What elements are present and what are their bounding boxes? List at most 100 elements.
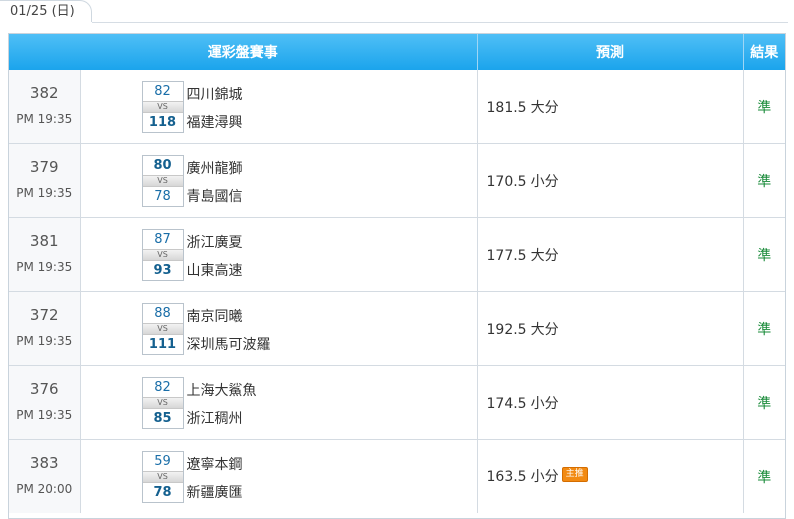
prediction-pick: 小分: [530, 173, 559, 190]
home-team[interactable]: 遼寧本鋼: [187, 454, 243, 474]
away-score: 111: [148, 337, 177, 352]
game-info-cell: 376 PM 19:35: [9, 365, 81, 440]
game-info-cell: 379 PM 19:35: [9, 143, 81, 218]
home-score: 59: [154, 454, 171, 469]
prediction-value: 170.5: [486, 173, 527, 190]
result-cell: 準: [743, 217, 785, 292]
away-team[interactable]: 深圳馬可波羅: [187, 334, 271, 354]
vs-label: VS: [142, 249, 183, 261]
game-time: PM 19:35: [16, 259, 73, 274]
game-info-cell: 381 PM 19:35: [9, 217, 81, 292]
vs-label: VS: [142, 397, 183, 409]
table-row: 382 PM 19:35 82 VS 118 四川錦城 福建潯興 181.5 大分…: [9, 70, 785, 144]
home-score: 82: [154, 380, 171, 395]
game-info-cell: 383 PM 20:00: [9, 439, 81, 513]
result-label: 準: [757, 173, 772, 190]
away-team[interactable]: 山東高速: [187, 260, 243, 280]
prediction-pick: 大分: [530, 99, 559, 116]
away-score: 85: [153, 411, 172, 426]
tab-divider: [92, 22, 788, 23]
table-row: 376 PM 19:35 82 VS 85 上海大鯊魚 浙江稠州 174.5 小分…: [9, 365, 785, 440]
home-team[interactable]: 四川錦城: [187, 84, 243, 104]
match-cell: 59 VS 78 遼寧本鋼 新疆廣匯: [80, 439, 478, 513]
home-score: 88: [154, 306, 171, 321]
match-cell: 87 VS 93 浙江廣夏 山東高速: [80, 217, 478, 292]
date-tab[interactable]: 01/25 (日): [0, 0, 92, 22]
game-info-cell: 382 PM 19:35: [9, 70, 81, 144]
game-time: PM 19:35: [16, 185, 73, 200]
game-id: 382: [29, 83, 59, 102]
prediction-pick: 小分: [530, 395, 559, 412]
game-id: 381: [29, 231, 59, 250]
result-cell: 準: [743, 70, 785, 144]
result-cell: 準: [743, 365, 785, 440]
away-team[interactable]: 浙江稠州: [187, 408, 243, 428]
table-row: 383 PM 20:00 59 VS 78 遼寧本鋼 新疆廣匯 163.5 小分主…: [9, 439, 785, 513]
prediction-cell: 181.5 大分: [477, 70, 744, 144]
away-team[interactable]: 青島國信: [187, 186, 243, 206]
header-prediction: 預測: [477, 34, 744, 70]
result-label: 準: [757, 321, 772, 338]
match-cell: 82 VS 85 上海大鯊魚 浙江稠州: [80, 365, 478, 440]
prediction-table: 運彩盤賽事 預測 結果 382 PM 19:35 82 VS 118 四川錦城 …: [9, 34, 785, 513]
result-label: 準: [757, 247, 772, 264]
prediction-table-frame: 運彩盤賽事 預測 結果 382 PM 19:35 82 VS 118 四川錦城 …: [8, 33, 786, 519]
prediction-pick: 大分: [530, 247, 559, 264]
game-time: PM 19:35: [16, 333, 73, 348]
featured-badge: 主推: [561, 467, 588, 482]
game-time: PM 19:35: [16, 407, 73, 422]
home-team[interactable]: 上海大鯊魚: [187, 380, 257, 400]
prediction-value: 163.5: [486, 469, 527, 485]
score-box: 59 VS 78: [141, 451, 184, 503]
game-time: PM 20:00: [16, 481, 73, 496]
score-box: 87 VS 93: [141, 229, 184, 281]
prediction-cell: 192.5 大分: [477, 291, 744, 366]
vs-label: VS: [142, 101, 183, 113]
away-team[interactable]: 福建潯興: [187, 112, 243, 132]
score-box: 80 VS 78: [141, 155, 184, 207]
prediction-value: 174.5: [486, 395, 527, 412]
home-team[interactable]: 浙江廣夏: [187, 232, 243, 252]
result-label: 準: [757, 469, 772, 486]
score-box: 88 VS 111: [141, 303, 184, 355]
home-score: 87: [154, 232, 171, 247]
table-row: 372 PM 19:35 88 VS 111 南京同曦 深圳馬可波羅 192.5…: [9, 291, 785, 366]
match-cell: 80 VS 78 廣州龍獅 青島國信: [80, 143, 478, 218]
home-team[interactable]: 廣州龍獅: [187, 158, 243, 178]
result-label: 準: [757, 99, 772, 116]
result-cell: 準: [743, 291, 785, 366]
vs-label: VS: [142, 323, 183, 335]
away-score: 78: [154, 189, 171, 204]
vs-label: VS: [142, 471, 183, 483]
header-result: 結果: [743, 34, 785, 70]
result-cell: 準: [743, 143, 785, 218]
vs-label: VS: [142, 175, 183, 187]
home-score: 82: [154, 84, 171, 99]
prediction-pick: 大分: [530, 321, 559, 338]
prediction-value: 181.5: [486, 99, 527, 116]
table-row: 379 PM 19:35 80 VS 78 廣州龍獅 青島國信 170.5 小分 …: [9, 143, 785, 218]
header-event: 運彩盤賽事: [9, 34, 478, 70]
away-team[interactable]: 新疆廣匯: [187, 482, 243, 502]
away-score: 78: [153, 485, 172, 500]
prediction-pick: 小分: [530, 469, 559, 485]
game-id: 376: [29, 379, 59, 398]
result-label: 準: [757, 395, 772, 412]
prediction-cell: 163.5 小分 主推: [477, 439, 744, 513]
score-box: 82 VS 85: [141, 377, 184, 429]
result-cell: 準: [743, 439, 785, 513]
score-box: 82 VS 118: [141, 81, 184, 133]
game-info-cell: 372 PM 19:35: [9, 291, 81, 366]
game-id: 379: [29, 157, 59, 176]
match-cell: 82 VS 118 四川錦城 福建潯興: [80, 70, 478, 144]
away-score: 93: [153, 263, 172, 278]
home-team[interactable]: 南京同曦: [187, 306, 243, 326]
match-cell: 88 VS 111 南京同曦 深圳馬可波羅: [80, 291, 478, 366]
game-id: 372: [29, 305, 59, 324]
home-score: 80: [153, 158, 172, 173]
table-header-row: 運彩盤賽事 預測 結果: [9, 34, 785, 70]
game-time: PM 19:35: [16, 111, 73, 126]
prediction-cell: 170.5 小分: [477, 143, 744, 218]
game-id: 383: [29, 453, 59, 472]
table-body: 382 PM 19:35 82 VS 118 四川錦城 福建潯興 181.5 大分…: [9, 70, 785, 513]
